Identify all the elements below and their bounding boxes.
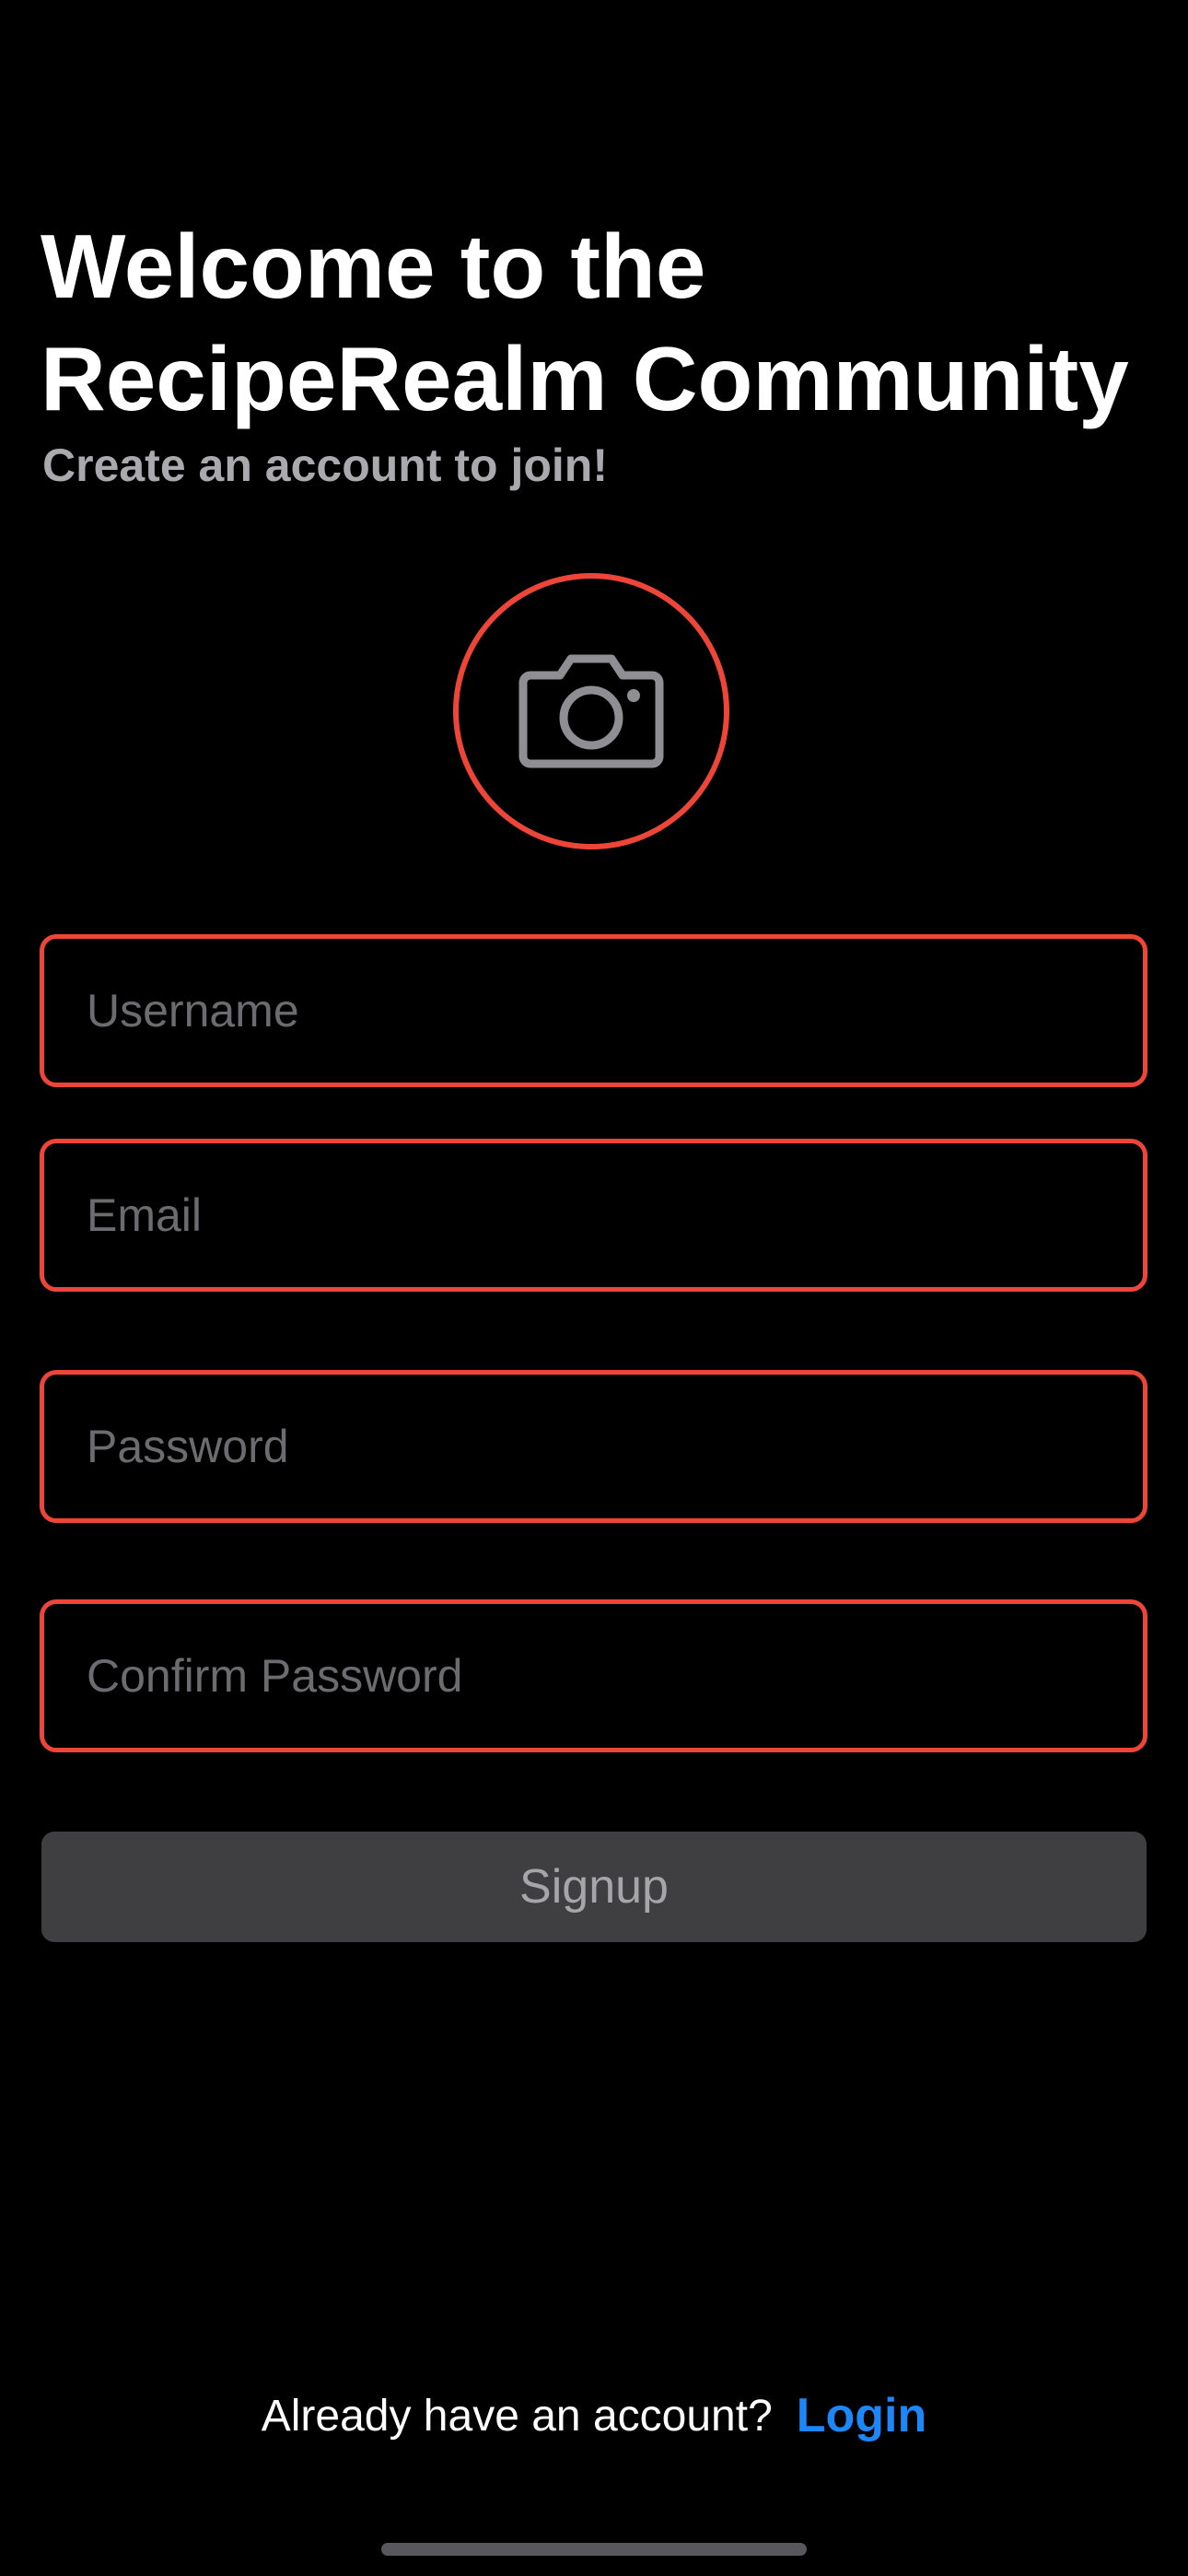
email-field[interactable] [44, 1143, 1143, 1287]
confirm-password-field-container [40, 1599, 1147, 1752]
home-indicator [381, 2543, 807, 2556]
username-field[interactable] [44, 939, 1143, 1083]
login-prompt: Already have an account? Login [0, 2381, 1188, 2451]
login-link[interactable]: Login [797, 2388, 927, 2443]
confirm-password-field[interactable] [44, 1604, 1143, 1748]
signup-button[interactable]: Signup [41, 1832, 1147, 1942]
password-field[interactable] [44, 1375, 1143, 1518]
page-subtitle: Create an account to join! [42, 439, 608, 491]
profile-photo-picker[interactable] [453, 573, 729, 849]
page-title: Welcome to the RecipeRealm Community [41, 216, 1129, 429]
camera-icon [518, 653, 665, 769]
password-field-container [40, 1370, 1147, 1523]
email-field-container [40, 1139, 1147, 1292]
username-field-container [40, 934, 1147, 1087]
login-prompt-text: Already have an account? [261, 2391, 773, 2441]
